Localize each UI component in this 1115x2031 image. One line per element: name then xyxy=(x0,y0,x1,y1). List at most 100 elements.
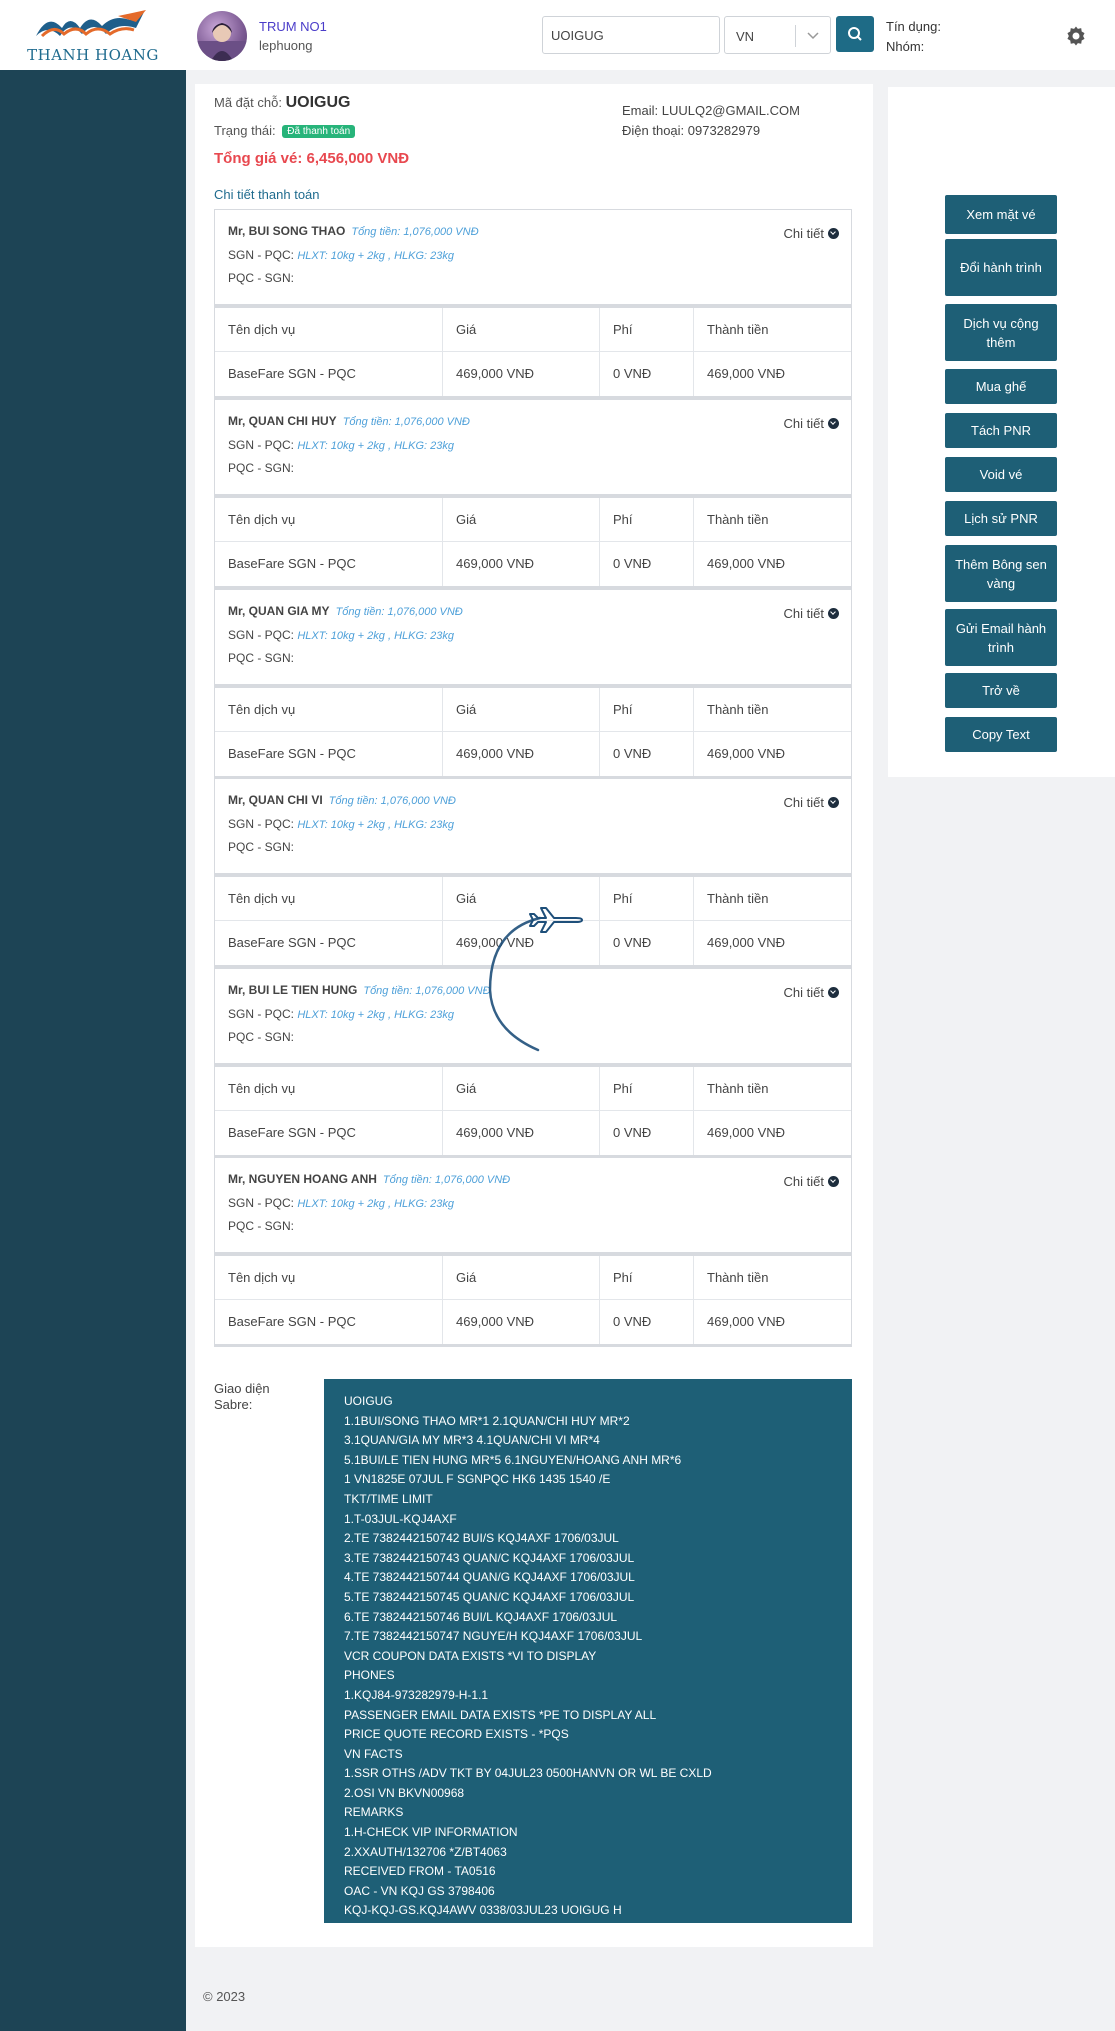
booking-code-label: Mã đặt chỗ: xyxy=(214,95,282,110)
header-fee: Phí xyxy=(600,877,694,921)
cell-price: 469,000 VNĐ xyxy=(443,1111,600,1155)
sabre-line: RECEIVED FROM - TA0516 xyxy=(344,1864,496,1879)
detail-toggle[interactable]: Chi tiết xyxy=(784,226,839,241)
search-input[interactable] xyxy=(542,16,720,54)
route-return: PQC - SGN: xyxy=(228,461,295,475)
group-label: Nhóm: xyxy=(886,39,925,54)
passenger-name: Mr, BUI SONG THAO Tổng tiền: 1,076,000 VN… xyxy=(228,224,479,238)
extra-services-button[interactable]: Dịch vụ cộng thêm xyxy=(945,304,1057,361)
split-pnr-button[interactable]: Tách PNR xyxy=(945,413,1057,448)
passenger-total: Tổng tiền: 1,076,000 VNĐ xyxy=(351,226,479,238)
select-divider xyxy=(795,25,796,47)
email-itinerary-button[interactable]: Gửi Email hành trình xyxy=(945,609,1057,666)
sabre-line: 7.TE 7382442150747 NGUYE/H KQJ4AXF 1706/… xyxy=(344,1629,643,1644)
chevron-circle-icon xyxy=(828,418,839,429)
view-ticket-button[interactable]: Xem mặt vé xyxy=(945,195,1057,234)
search-icon xyxy=(848,27,862,41)
detail-label: Chi tiết xyxy=(783,1174,824,1189)
sabre-line: VCR COUPON DATA EXISTS *VI TO DISPLAY xyxy=(344,1648,597,1663)
header-price: Giá xyxy=(443,498,600,542)
logo-wave-icon xyxy=(36,10,146,38)
route-outbound: SGN - PQC: HLXT: 10kg + 2kg , HLKG: 23kg xyxy=(228,438,454,452)
service-table: Tên dịch vụ Giá Phí Thành tiền BaseFare … xyxy=(214,307,852,399)
chevron-down-icon xyxy=(807,32,819,40)
passenger-name-text: Mr, BUI SONG THAO xyxy=(228,224,346,238)
add-lotusmiles-button[interactable]: Thêm Bông sen vàng xyxy=(945,545,1057,602)
service-table: Tên dịch vụ Giá Phí Thành tiền BaseFare … xyxy=(214,1066,852,1158)
sabre-line: OAC - VN KQJ GS 3798406 xyxy=(344,1883,495,1898)
passenger-total: Tổng tiền: 1,076,000 VNĐ xyxy=(382,1174,511,1186)
sabre-line: 3.TE 7382442150743 QUAN/C KQJ4AXF 1706/0… xyxy=(344,1550,635,1565)
table-header-row: Tên dịch vụ Giá Phí Thành tiền xyxy=(215,688,851,732)
cell-fee: 0 VNĐ xyxy=(600,1111,694,1155)
header-price: Giá xyxy=(443,688,600,732)
sabre-line: 2.TE 7382442150742 BUI/S KQJ4AXF 1706/03… xyxy=(344,1531,619,1546)
detail-toggle[interactable]: Chi tiết xyxy=(784,795,839,810)
route-outbound: SGN - PQC: HLXT: 10kg + 2kg , HLKG: 23kg xyxy=(228,248,454,262)
header-price: Giá xyxy=(443,308,600,352)
table-row: BaseFare SGN - PQC 469,000 VNĐ 0 VNĐ 469… xyxy=(215,1300,851,1344)
header-service: Tên dịch vụ xyxy=(215,1067,443,1111)
sabre-line: 5.TE 7382442150745 QUAN/C KQJ4AXF 1706/0… xyxy=(344,1589,635,1604)
cell-amount: 469,000 VNĐ xyxy=(707,556,786,571)
service-table: Tên dịch vụ Giá Phí Thành tiền BaseFare … xyxy=(214,497,852,589)
detail-label: Chi tiết xyxy=(783,795,824,810)
sabre-line: 4.TE 7382442150744 QUAN/G KQJ4AXF 1706/0… xyxy=(344,1570,635,1585)
gear-icon[interactable] xyxy=(1066,26,1086,46)
passenger-name: Mr, QUAN CHI VI Tổng tiền: 1,076,000 VNĐ xyxy=(228,793,456,807)
back-button[interactable]: Trở về xyxy=(945,673,1057,708)
sabre-terminal: UOIGUG 1.1BUI/SONG THAO MR*1 2.1QUAN/CHI… xyxy=(324,1379,852,1923)
search-button[interactable] xyxy=(836,16,874,52)
cell-fee: 0 VNĐ xyxy=(600,542,694,586)
passenger-total: Tổng tiền: 1,076,000 VNĐ xyxy=(328,795,456,807)
buy-seat-button[interactable]: Mua ghế xyxy=(945,369,1057,404)
table-header-row: Tên dịch vụ Giá Phí Thành tiền xyxy=(215,308,851,352)
route-outbound-label: SGN - PQC: xyxy=(228,1196,295,1210)
copy-text-button[interactable]: Copy Text xyxy=(945,717,1057,752)
detail-label: Chi tiết xyxy=(783,226,824,241)
chevron-circle-icon xyxy=(828,228,839,239)
user-name[interactable]: TRUM NO1 xyxy=(259,19,327,34)
void-ticket-button[interactable]: Void vé xyxy=(945,457,1057,492)
detail-label: Chi tiết xyxy=(783,416,824,431)
pnr-history-button[interactable]: Lịch sử PNR xyxy=(945,501,1057,536)
detail-toggle[interactable]: Chi tiết xyxy=(784,416,839,431)
passenger-card: Mr, QUAN GIA MY Tổng tiền: 1,076,000 VNĐ … xyxy=(214,589,852,687)
change-itinerary-button[interactable]: Đổi hành trình xyxy=(945,239,1057,296)
plane-loading-icon xyxy=(488,907,583,1052)
passenger-name: Mr, BUI LE TIEN HUNG Tổng tiền: 1,076,000… xyxy=(228,983,491,997)
passenger-name-text: Mr, QUAN CHI VI xyxy=(228,793,323,807)
passenger-card: Mr, QUAN CHI VI Tổng tiền: 1,076,000 VNĐ … xyxy=(214,778,852,876)
baggage-info: HLXT: 10kg + 2kg , HLKG: 23kg xyxy=(297,819,454,831)
company-logo[interactable]: THANH HOANG xyxy=(18,6,168,66)
language-select[interactable]: VN xyxy=(724,16,831,54)
header-fee: Phí xyxy=(600,688,694,732)
user-avatar[interactable] xyxy=(197,11,247,61)
sabre-line: 6.TE 7382442150746 BUI/L KQJ4AXF 1706/03… xyxy=(344,1609,618,1624)
logo-text: THANH HOANG xyxy=(27,46,159,64)
route-outbound-label: SGN - PQC: xyxy=(228,438,295,452)
sabre-line: VN FACTS xyxy=(344,1746,403,1761)
route-return: PQC - SGN: xyxy=(228,1030,295,1044)
booking-status: Trạng thái: Đã thanh toán xyxy=(214,123,356,138)
sabre-label: Giao diện Sabre: xyxy=(214,1381,270,1412)
table-row: BaseFare SGN - PQC 469,000 VNĐ 0 VNĐ 469… xyxy=(215,542,851,586)
header-amount: Thành tiền xyxy=(707,1270,769,1285)
cell-service: BaseFare SGN - PQC xyxy=(215,1300,443,1344)
table-row: BaseFare SGN - PQC 469,000 VNĐ 0 VNĐ 469… xyxy=(215,352,851,396)
cell-amount: 469,000 VNĐ xyxy=(707,1125,786,1140)
top-header: THANH HOANG TRUM NO1 lephuong VN Tín dụn… xyxy=(0,0,1115,70)
header-amount: Thành tiền xyxy=(707,322,769,337)
detail-toggle[interactable]: Chi tiết xyxy=(784,1174,839,1189)
service-table: Tên dịch vụ Giá Phí Thành tiền BaseFare … xyxy=(214,1255,852,1347)
user-account: lephuong xyxy=(259,38,313,53)
sabre-line: 1 VN1825E 07JUL F SGNPQC HK6 1435 1540 /… xyxy=(344,1472,611,1487)
sabre-line: 1.SSR OTHS /ADV TKT BY 04JUL23 0500HANVN… xyxy=(344,1766,712,1781)
header-amount: Thành tiền xyxy=(707,891,769,906)
chevron-circle-icon xyxy=(828,1176,839,1187)
header-service: Tên dịch vụ xyxy=(215,688,443,732)
sabre-line: REMARKS xyxy=(344,1805,404,1820)
detail-toggle[interactable]: Chi tiết xyxy=(784,985,839,1000)
detail-toggle[interactable]: Chi tiết xyxy=(784,606,839,621)
route-outbound-label: SGN - PQC: xyxy=(228,628,295,642)
